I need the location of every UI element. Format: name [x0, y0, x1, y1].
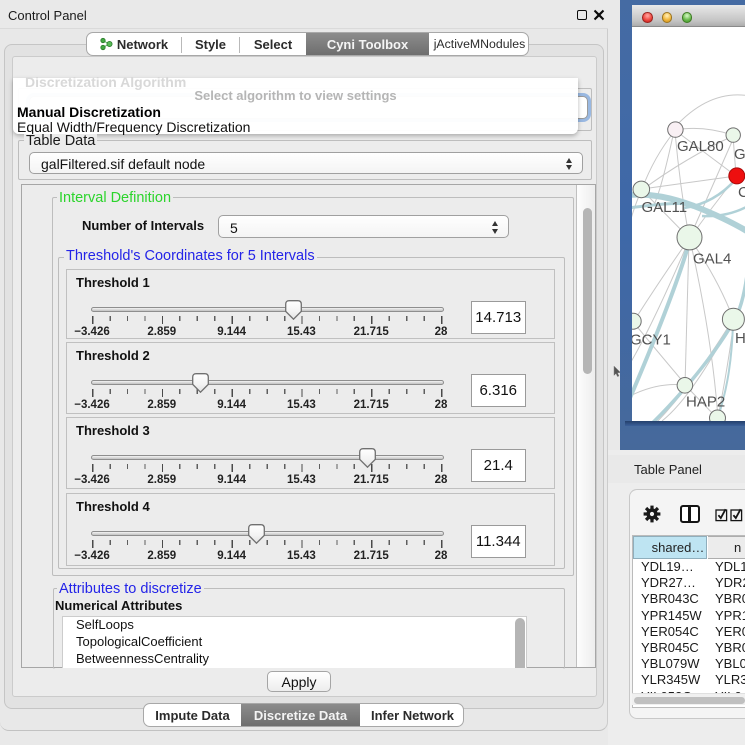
svg-text:GCY1: GCY1 [632, 332, 671, 349]
svg-text:GAL4: GAL4 [693, 251, 731, 268]
svg-text:GAL80: GAL80 [677, 138, 724, 155]
svg-text:HAP2: HAP2 [686, 394, 725, 411]
svg-text:H: H [735, 330, 745, 347]
svg-text:C: C [738, 184, 745, 201]
svg-text:GA: GA [734, 146, 745, 163]
svg-text:GAL11: GAL11 [642, 199, 688, 216]
